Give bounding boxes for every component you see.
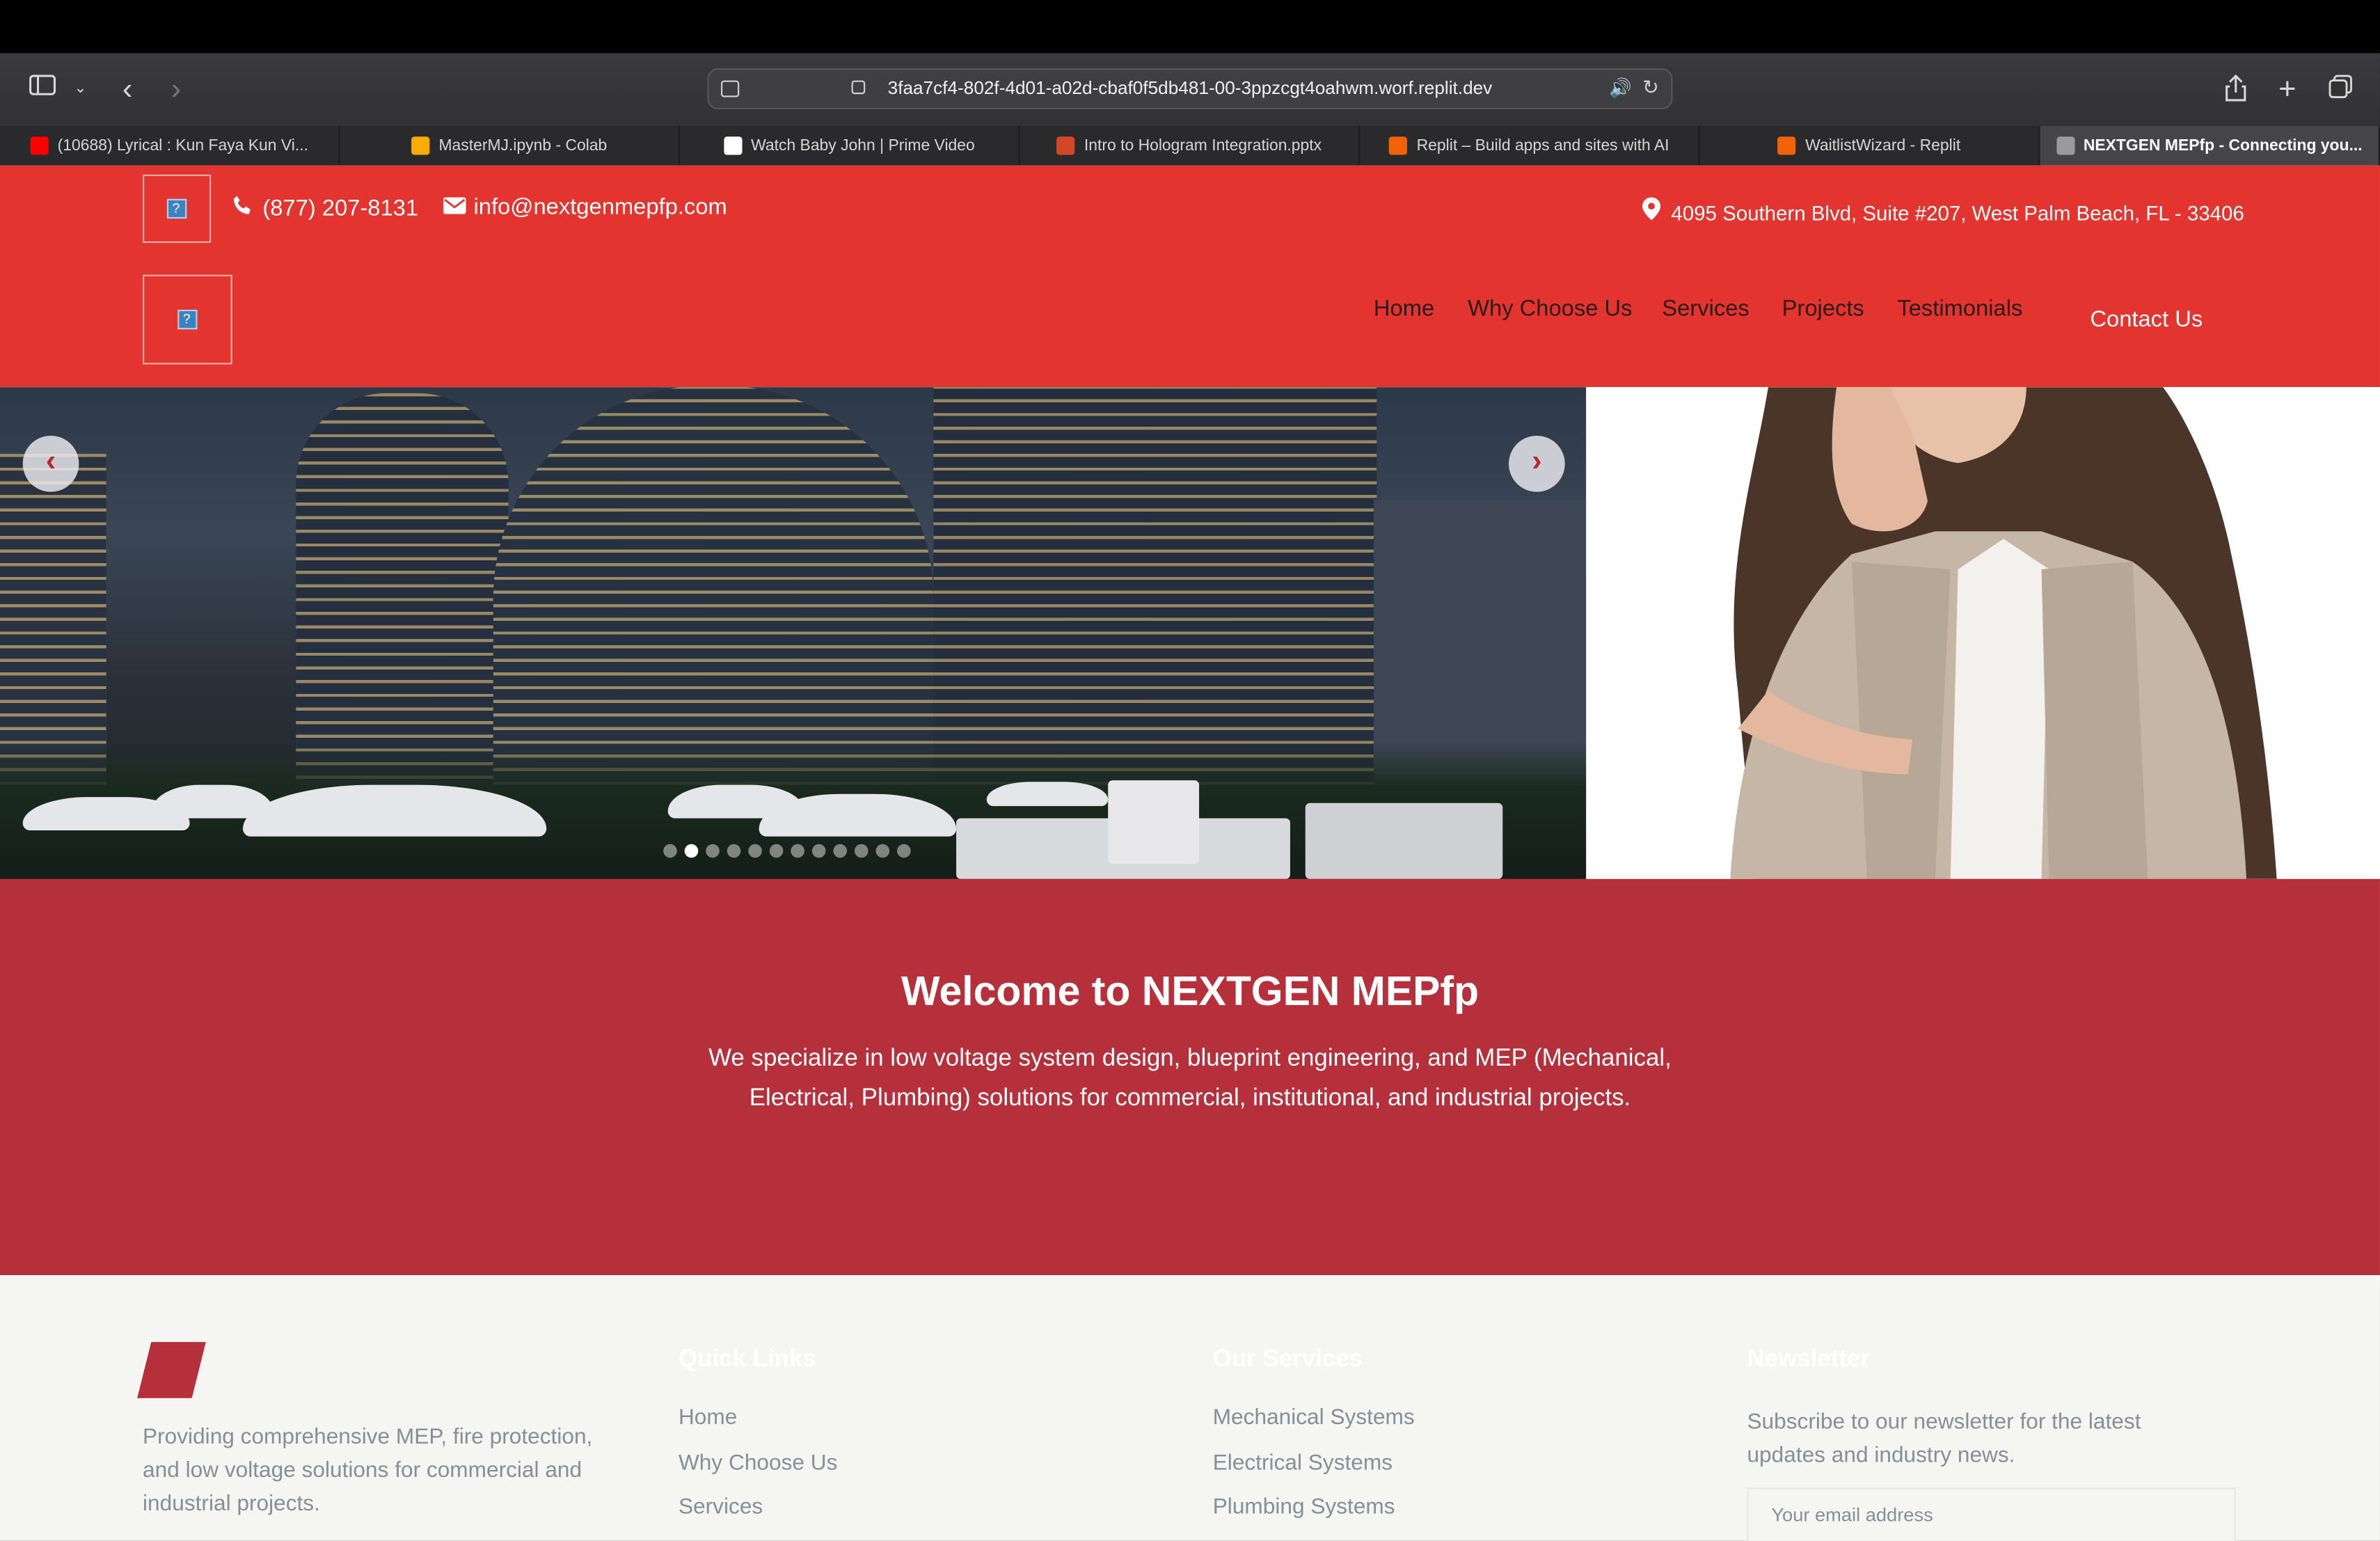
carousel-indicators <box>663 844 911 858</box>
share-icon[interactable] <box>2221 74 2251 105</box>
website: ? (877) 207-8131 info@nextgenmepfp.com 4… <box>0 165 2380 1541</box>
replit-icon <box>1777 136 1796 155</box>
footer-logo <box>137 1342 206 1398</box>
quick-links-heading: Quick Links <box>678 1346 816 1373</box>
carousel-dot[interactable] <box>811 844 826 858</box>
tab-overview-icon[interactable] <box>2325 74 2356 105</box>
browser-tab[interactable]: MasterMJ.ipynb - Colab <box>340 126 681 166</box>
carousel-dot[interactable] <box>769 844 784 858</box>
address-bar[interactable]: 3faa7cf4-802f-4d01-a02d-cbaf0f5db481-00-… <box>707 68 1673 110</box>
address-text: 4095 Southern Blvd, Suite #207, West Pal… <box>1671 202 2244 225</box>
address-contact: 4095 Southern Blvd, Suite #207, West Pal… <box>1640 197 2244 225</box>
reload-icon[interactable]: ↻ <box>1642 76 1659 100</box>
replit-icon <box>1389 136 1408 155</box>
browser-tab[interactable]: (10688) Lyrical : Kun Faya Kun Vi... <box>0 126 340 166</box>
nav-services[interactable]: Services <box>1662 296 1749 322</box>
carousel-dot[interactable] <box>875 844 890 858</box>
browser-tab[interactable]: WaitlistWizard - Replit <box>1700 126 2040 166</box>
carousel-dot[interactable] <box>791 844 804 858</box>
nav-home[interactable]: Home <box>1374 296 1434 322</box>
map-pin-icon <box>1640 197 1664 225</box>
footer-link-electrical[interactable]: Electrical Systems <box>1213 1451 1393 1476</box>
carousel-dot[interactable] <box>727 844 741 858</box>
r-icon <box>2056 136 2074 155</box>
broken-image-icon: ? <box>143 174 212 243</box>
email-address[interactable]: info@nextgenmepfp.com <box>474 194 727 220</box>
carousel-dot[interactable] <box>833 844 848 858</box>
audio-icon[interactable]: 🔊 <box>1609 77 1632 99</box>
our-services-heading: Our Services <box>1212 1346 1363 1373</box>
new-tab-icon[interactable]: + <box>2272 74 2303 105</box>
carousel-dot[interactable] <box>663 844 677 858</box>
browser-toolbar: ⌄ ‹ › 3faa7cf4-802f-4d01-a02d-cbaf0f5db4… <box>0 53 2380 127</box>
footer-link-why-choose-us[interactable]: Why Choose Us <box>679 1451 838 1476</box>
nav-testimonials[interactable]: Testimonials <box>1897 296 2022 322</box>
carousel-dot[interactable] <box>897 844 911 858</box>
browser-tab-label: NEXTGEN MEPfp - Connecting you... <box>2083 136 2363 155</box>
browser-tab-label: (10688) Lyrical : Kun Faya Kun Vi... <box>57 136 308 155</box>
site-footer: Providing comprehensive MEP, fire protec… <box>0 1275 2380 1541</box>
footer-link-home[interactable]: Home <box>679 1406 737 1430</box>
carousel-prev-button[interactable]: ‹ <box>22 435 79 492</box>
browser-tab-label: MasterMJ.ipynb - Colab <box>438 136 608 155</box>
building-tower-2 <box>493 387 934 803</box>
nav-why-choose-us[interactable]: Why Choose Us <box>1468 296 1632 322</box>
carousel-next-button[interactable]: › <box>1509 435 1565 492</box>
lounge-chairs <box>1305 803 1503 879</box>
welcome-text: We specialize in low voltage system desi… <box>708 1045 1672 1112</box>
carousel-dot[interactable] <box>854 844 868 858</box>
carousel-dot[interactable] <box>748 844 762 858</box>
youtube-icon <box>30 136 49 155</box>
building-tower-3 <box>933 387 1377 803</box>
phone-number[interactable]: (877) 207-8131 <box>262 196 418 221</box>
hero-slide-image: ‹ › <box>0 387 1587 879</box>
colab-icon <box>411 136 430 155</box>
browser-tab-label: Intro to Hologram Integration.pptx <box>1084 136 1322 155</box>
newsletter-email-input[interactable] <box>1747 1487 2236 1541</box>
phone-contact[interactable]: (877) 207-8131 <box>231 194 418 221</box>
forward-icon[interactable]: › <box>161 74 191 105</box>
screen: ⌄ ‹ › 3faa7cf4-802f-4d01-a02d-cbaf0f5db4… <box>0 0 2380 1541</box>
newsletter-text: Subscribe to our newsletter for the late… <box>1747 1410 2141 1469</box>
browser-tab[interactable]: Replit – Build apps and sites with AI <box>1360 126 1700 166</box>
footer-link-services[interactable]: Services <box>679 1495 763 1519</box>
nav-projects[interactable]: Projects <box>1782 296 1864 322</box>
phone-icon <box>231 194 255 221</box>
browser-tab-label: WaitlistWizard - Replit <box>1805 136 1961 155</box>
welcome-section: Welcome to NEXTGEN MEPfp We specialize i… <box>0 878 2380 1276</box>
building-tower-1 <box>296 393 509 803</box>
menu-bar-area <box>0 0 2380 54</box>
footer-link-mechanical[interactable]: Mechanical Systems <box>1213 1406 1415 1430</box>
email-contact[interactable]: info@nextgenmepfp.com <box>442 194 727 220</box>
powerpoint-icon <box>1056 136 1075 155</box>
footer-description: Providing comprehensive MEP, fire protec… <box>143 1425 593 1517</box>
envelope-icon <box>442 194 466 220</box>
chevron-down-icon[interactable]: ⌄ <box>65 74 96 105</box>
carousel-dot[interactable] <box>684 844 699 858</box>
newsletter-heading: Newsletter <box>1747 1346 1870 1373</box>
url-text[interactable]: 3faa7cf4-802f-4d01-a02d-cbaf0f5db481-00-… <box>709 77 1672 99</box>
umbrella <box>986 782 1109 807</box>
amazon-icon <box>723 136 743 155</box>
footer-link-plumbing[interactable]: Plumbing Systems <box>1213 1495 1395 1519</box>
browser-tab-label: Replit – Build apps and sites with AI <box>1416 136 1669 155</box>
browser-tab-label: Watch Baby John | Prime Video <box>751 136 975 155</box>
hero-person-image <box>1586 387 2380 879</box>
sidebar-toggle-icon[interactable] <box>27 74 58 105</box>
site-header: ? (877) 207-8131 info@nextgenmepfp.com 4… <box>0 165 2380 388</box>
back-icon[interactable]: ‹ <box>112 74 143 105</box>
browser-tab[interactable]: Watch Baby John | Prime Video <box>680 126 1020 166</box>
site-logo-broken-image[interactable]: ? <box>143 274 232 365</box>
browser-tab[interactable]: NEXTGEN MEPfp - Connecting you... <box>2040 126 2380 166</box>
cabana <box>1108 780 1200 864</box>
browser-tab[interactable]: Intro to Hologram Integration.pptx <box>1020 126 1360 166</box>
tab-bar: (10688) Lyrical : Kun Faya Kun Vi... Mast… <box>0 126 2380 166</box>
hero-section: ‹ › <box>0 387 2380 879</box>
welcome-title: Welcome to NEXTGEN MEPfp <box>901 968 1479 1014</box>
carousel-dot[interactable] <box>706 844 720 858</box>
nav-contact-us-button[interactable]: Contact Us <box>2090 307 2203 333</box>
